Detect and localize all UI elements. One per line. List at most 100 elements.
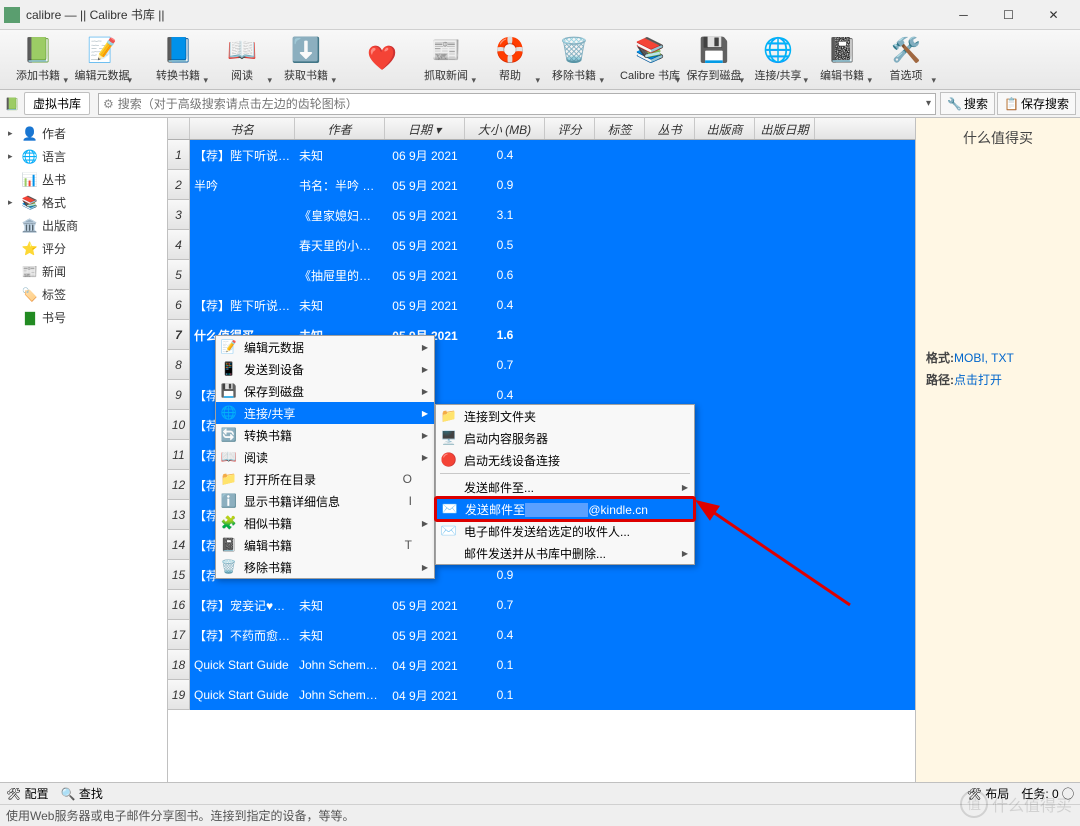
table-row[interactable]: 16 【荐】宠妾记♥身… 未知 05 9月 2021 0.7 [168,590,915,620]
convert-books-button[interactable]: 📘转换书籍 [146,32,210,88]
shortcut-key: O [403,472,412,486]
column-header[interactable]: 评分 [545,118,595,139]
remove-books-button[interactable]: 🗑️移除书籍 [542,32,606,88]
cm-send-device[interactable]: 📱发送到设备 [216,358,434,380]
path-value[interactable]: 点击打开 [954,373,1002,387]
cm-remove[interactable]: 🗑️移除书籍 [216,556,434,578]
sidebar-item-series[interactable]: 📊丛书 [0,168,167,191]
cm-open-dir[interactable]: 📁打开所在目录O [216,468,434,490]
sidebar-item-label: 标签 [42,286,66,303]
save-search-button[interactable]: 📋保存搜索 [997,92,1076,115]
close-button[interactable]: ✕ [1031,0,1076,30]
sidebar-item-languages[interactable]: ▸🌐语言 [0,145,167,168]
table-row[interactable]: 3 《皇家媳妇日… 05 9月 2021 3.1 [168,200,915,230]
read-button[interactable]: 📖阅读 [210,32,274,88]
sm-wireless[interactable]: 🔴 启动无线设备连接 [436,449,694,471]
sm-email-to[interactable]: 发送邮件至... [436,476,694,498]
virtual-library-button[interactable]: 虚拟书库 [24,92,90,115]
sidebar-item-formats[interactable]: ▸📚格式 [0,191,167,214]
cm-save-disk[interactable]: 💾保存到磁盘 [216,380,434,402]
cm-connect-share[interactable]: 🌐连接/共享 [216,402,434,424]
sm-email-delete[interactable]: 邮件发送并从书库中删除... [436,542,694,564]
help-button[interactable]: 🛟帮助 [478,32,542,88]
column-header[interactable]: 出版商 [695,118,755,139]
preferences-icon: 🛠️ [890,37,922,65]
cell-date: 04 9月 2021 [385,657,465,674]
row-number: 18 [168,650,190,680]
row-number: 6 [168,290,190,320]
main-toolbar: 📗添加书籍📝编辑元数据📘转换书籍📖阅读⬇️获取书籍❤️📰抓取新闻🛟帮助🗑️移除书… [0,30,1080,90]
row-number: 7 [168,320,190,350]
column-header[interactable]: 作者 [295,118,385,139]
cm-convert[interactable]: 🔄转换书籍 [216,424,434,446]
row-number: 16 [168,590,190,620]
sidebar-item-label: 格式 [42,194,66,211]
table-row[interactable]: 2 半吟 书名：半吟 作… 05 9月 2021 0.9 [168,170,915,200]
sm-email-kindle[interactable]: ✉️发送邮件至 @kindle.cn [434,496,696,522]
jobs-link[interactable]: 任务: 0 ◯ [1021,785,1074,802]
donate-button[interactable]: ❤️ [350,32,414,88]
get-books-button[interactable]: ⬇️获取书籍 [274,32,338,88]
save-disk-button[interactable]: 💾保存到磁盘 [682,32,746,88]
row-number: 12 [168,470,190,500]
add-books-button[interactable]: 📗添加书籍 [6,32,70,88]
column-header[interactable]: 出版日期 [755,118,815,139]
format-value[interactable]: MOBI, TXT [954,351,1014,365]
column-header[interactable]: 日期 ▾ [385,118,465,139]
preferences-button[interactable]: 🛠️首选项 [874,32,938,88]
cm-read[interactable]: 📖阅读 [216,446,434,468]
minimize-button[interactable]: ─ [941,0,986,30]
cm-similar[interactable]: 🧩相似书籍 [216,512,434,534]
cm-details[interactable]: ℹ️显示书籍详细信息I [216,490,434,512]
save-icon: 📋 [1004,97,1019,111]
languages-icon: 🌐 [22,149,38,165]
layout-link[interactable]: 🛠 布局 [967,785,1010,802]
sm-content-server[interactable]: 🖥️启动内容服务器 [436,427,694,449]
connect-share-button[interactable]: 🌐连接/共享 [746,32,810,88]
menu-item-label: 打开所在目录 [244,471,316,488]
sm-folder[interactable]: 📁连接到文件夹 [436,405,694,427]
column-header[interactable]: 书名 [190,118,295,139]
column-header[interactable]: 标签 [595,118,645,139]
maximize-button[interactable]: ☐ [986,0,1031,30]
edit-metadata-button[interactable]: 📝编辑元数据 [70,32,134,88]
menu-item-label: 启动无线设备连接 [464,452,560,469]
config-link[interactable]: 🛠 配置 [6,785,49,802]
cell-date: 04 9月 2021 [385,687,465,704]
cm-edit-book[interactable]: 📓编辑书籍T [216,534,434,556]
sidebar-item-authors[interactable]: ▸👤作者 [0,122,167,145]
sidebar-item-tags[interactable]: 🏷️标签 [0,283,167,306]
sidebar-item-id[interactable]: ▇书号 [0,306,167,329]
menu-item-label: 显示书籍详细信息 [244,493,340,510]
search-button[interactable]: 🔧搜索 [940,92,995,115]
library-button[interactable]: 📚Calibre 书库 [618,32,682,88]
table-row[interactable]: 18 Quick Start Guide John Schember 04 9月… [168,650,915,680]
table-row[interactable]: 5 《抽屉里的小… 05 9月 2021 0.6 [168,260,915,290]
table-row[interactable]: 4 春天里的小樱桃 05 9月 2021 0.5 [168,230,915,260]
gear-icon[interactable]: ⚙ [103,97,114,111]
sidebar-item-news[interactable]: 📰新闻 [0,260,167,283]
table-row[interactable]: 17 【荐】不药而愈♥… 未知 05 9月 2021 0.4 [168,620,915,650]
edit-book-button[interactable]: 📓编辑书籍 [810,32,874,88]
find-link[interactable]: 🔍 查找 [61,785,103,802]
sidebar-item-publishers[interactable]: 🏛️出版商 [0,214,167,237]
cell-author: 春天里的小樱桃 [295,237,385,254]
cell-title: Quick Start Guide [190,688,295,702]
vlib-icon: 📗 [4,96,20,112]
cm-remove-icon: 🗑️ [220,558,238,576]
remove-books-icon: 🗑️ [558,37,590,65]
search-input[interactable] [118,97,926,111]
footer-upper: 🛠 配置 🔍 查找 🛠 布局 任务: 0 ◯ [0,782,1080,804]
menu-item-label: 发送邮件至 @kindle.cn [465,501,648,518]
sm-wireless-icon: 🔴 [440,451,458,469]
column-header[interactable]: 丛书 [645,118,695,139]
table-row[interactable]: 1 【荐】陛下听说… 未知 06 9月 2021 0.4 [168,140,915,170]
fetch-news-button[interactable]: 📰抓取新闻 [414,32,478,88]
sm-email-selected[interactable]: ✉️电子邮件发送给选定的收件人... [436,520,694,542]
table-row[interactable]: 19 Quick Start Guide John Schember 04 9月… [168,680,915,710]
sidebar-item-rating[interactable]: ⭐评分 [0,237,167,260]
cm-edit-meta[interactable]: 📝编辑元数据 [216,336,434,358]
dropdown-icon[interactable]: ▾ [926,98,931,109]
table-row[interactable]: 6 【荐】陛下听说… 未知 05 9月 2021 0.4 [168,290,915,320]
column-header[interactable]: 大小 (MB) [465,118,545,139]
